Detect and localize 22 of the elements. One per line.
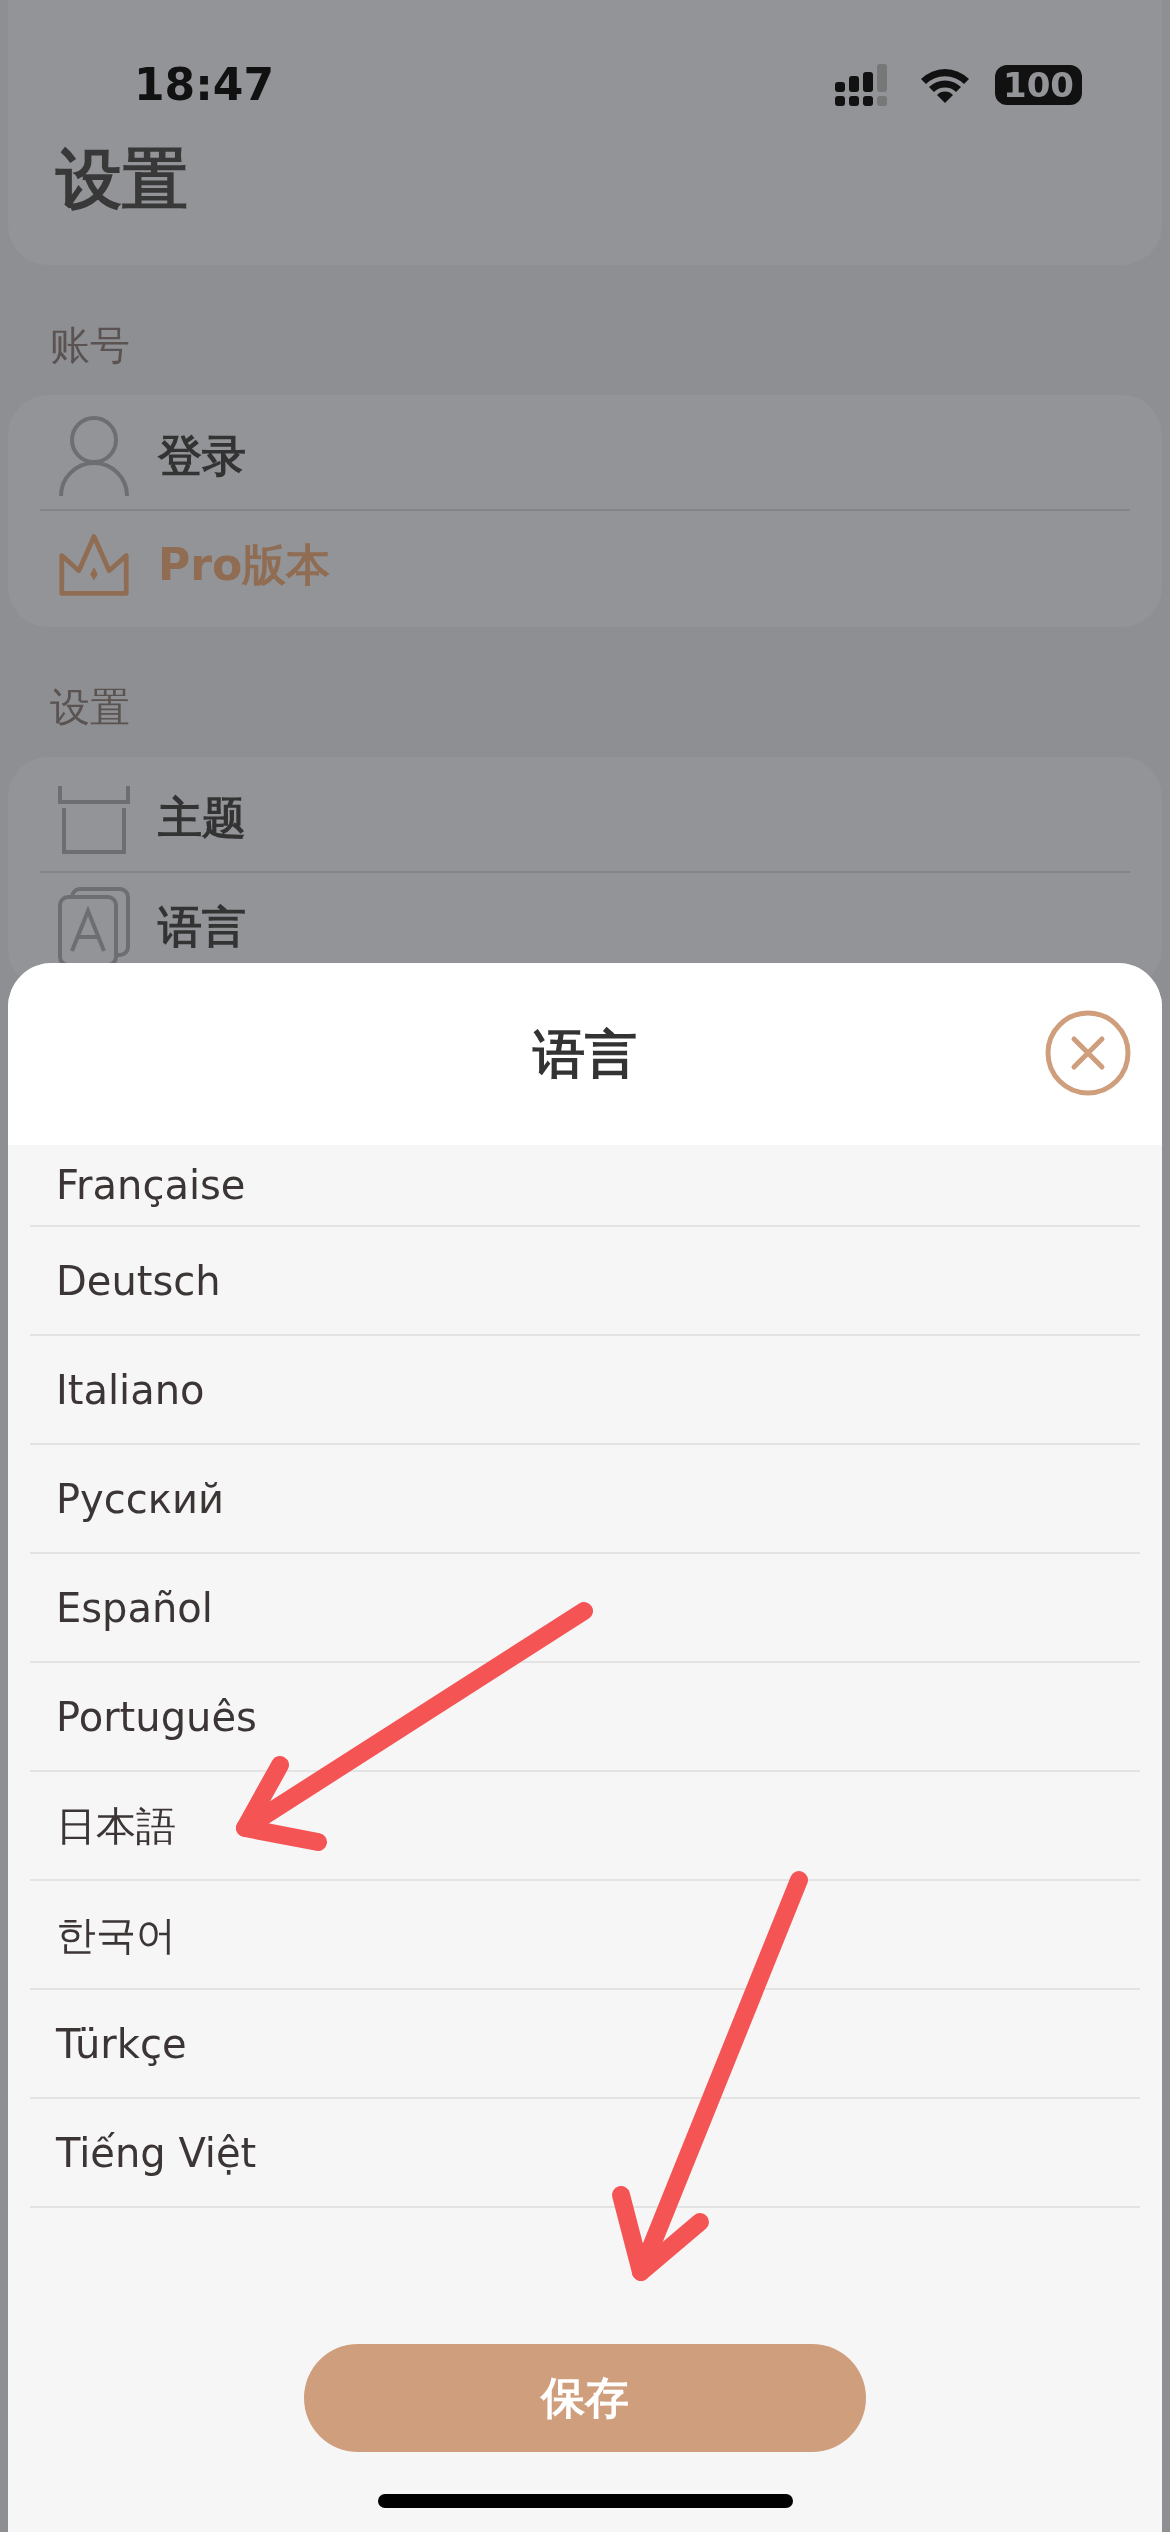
language-option[interactable]: Deutsch: [30, 1227, 1140, 1336]
language-option[interactable]: Française: [30, 1145, 1140, 1227]
language-option[interactable]: Português: [30, 1663, 1140, 1772]
battery-indicator: 100: [995, 65, 1082, 105]
language-option[interactable]: Italiano: [30, 1336, 1140, 1445]
language-option[interactable]: 한국어: [30, 1881, 1140, 1990]
section-header: 设置: [49, 683, 131, 732]
person-icon: [58, 414, 130, 498]
language-option[interactable]: Español: [30, 1554, 1140, 1663]
settings-item[interactable]: 语言: [158, 894, 246, 960]
page-title: 设置: [56, 140, 189, 220]
sheet-title: 语言: [533, 1023, 637, 1086]
language-option[interactable]: 日本語: [30, 1772, 1140, 1881]
section-header: 账号: [49, 321, 131, 370]
close-button[interactable]: [1044, 1009, 1132, 1097]
language-option[interactable]: Türkçe: [30, 1990, 1140, 2099]
language-option[interactable]: Tiếng Việt: [30, 2099, 1140, 2208]
crown-icon: [58, 531, 130, 599]
status-time: 18:47: [134, 58, 275, 112]
language-option[interactable]: Русский: [30, 1445, 1140, 1554]
settings-item[interactable]: 主题: [158, 785, 246, 851]
settings-item[interactable]: 登录: [158, 423, 246, 489]
